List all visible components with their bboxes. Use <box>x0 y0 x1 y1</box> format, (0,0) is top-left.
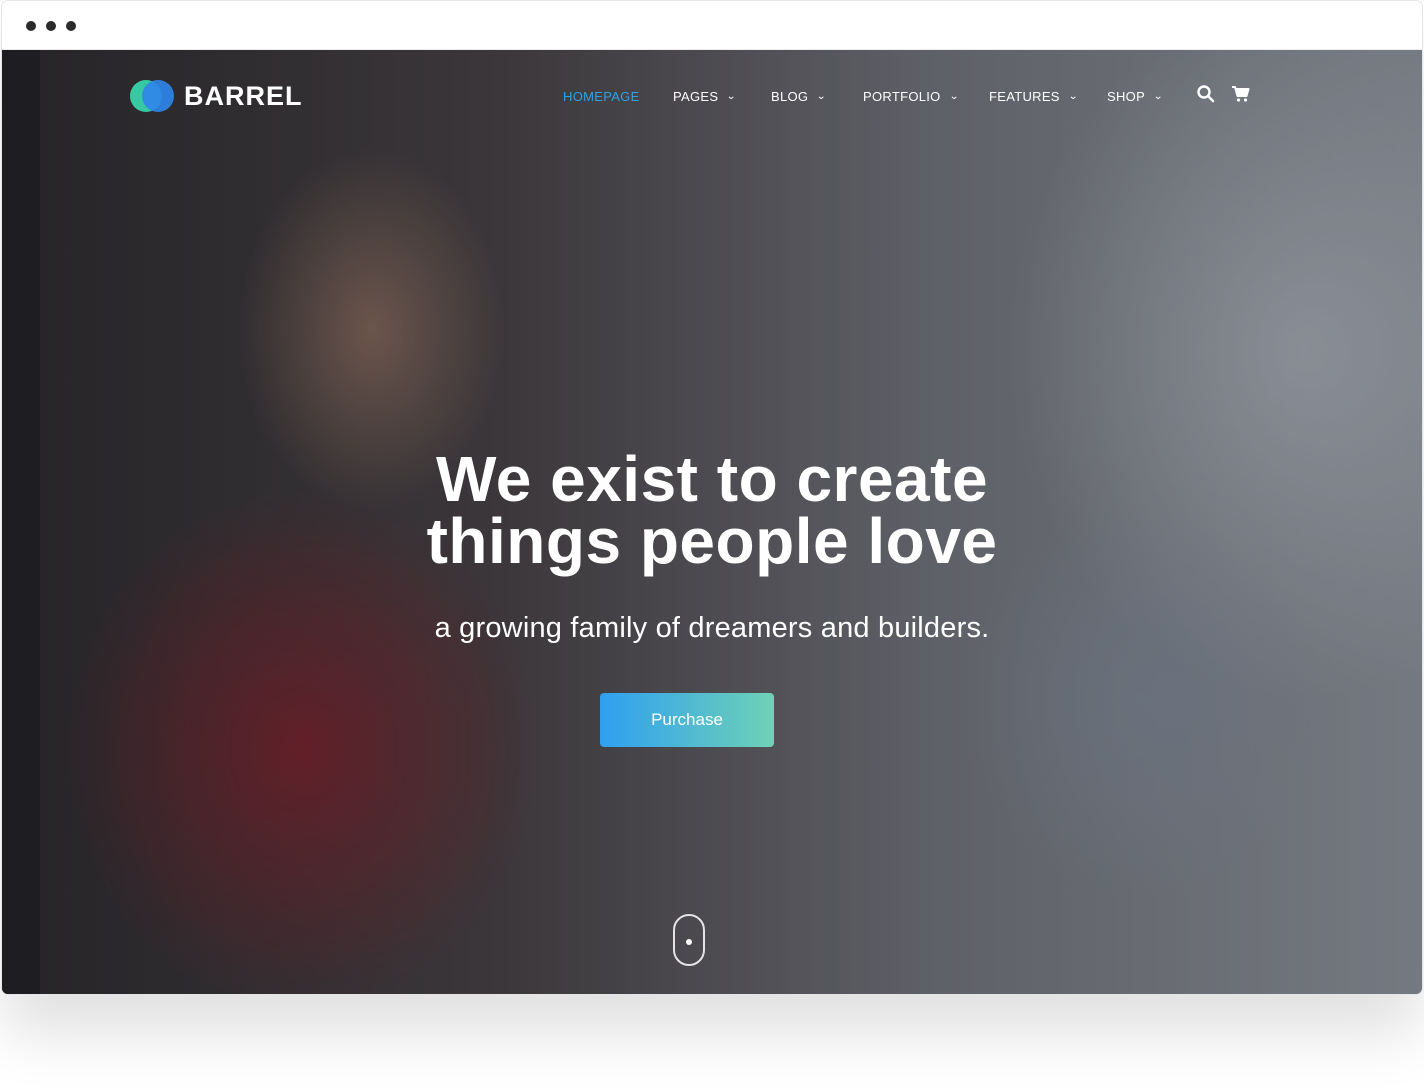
brand-logo[interactable]: BARREL <box>130 80 303 112</box>
purchase-button[interactable]: Purchase <box>600 693 774 747</box>
cart-icon[interactable] <box>1231 84 1251 104</box>
nav-item-portfolio[interactable]: PORTFOLIO ⌄ <box>863 86 960 106</box>
hero-headline-line: things people love <box>426 505 998 577</box>
nav-item-homepage[interactable]: HOMEPAGE <box>563 86 640 106</box>
chevron-down-icon: ⌄ <box>1067 90 1079 102</box>
logo-mark-icon <box>130 80 176 112</box>
brand-name: BARREL <box>184 80 303 111</box>
nav-item-label: PAGES <box>673 88 719 104</box>
nav-item-features[interactable]: FEATURES ⌄ <box>989 86 1079 106</box>
nav-item-label: FEATURES <box>989 88 1060 104</box>
nav-item-label: HOMEPAGE <box>563 88 640 104</box>
nav-item-label: PORTFOLIO <box>863 88 941 104</box>
search-icon[interactable] <box>1196 84 1216 104</box>
chevron-down-icon: ⌄ <box>1153 90 1164 102</box>
window-dot-icon <box>66 21 76 31</box>
nav-item-shop[interactable]: SHOP ⌄ <box>1107 86 1163 106</box>
browser-window: BARREL HOMEPAGE PAGES ⌄ BLOG ⌄ PORTFOLIO… <box>2 1 1422 994</box>
scroll-down-mouse-icon[interactable] <box>673 914 705 966</box>
nav-item-label: BLOG <box>771 88 809 104</box>
hero-headline-line: We exist to create <box>435 443 989 515</box>
scroll-indicator-dot <box>686 939 692 945</box>
window-dot-icon <box>26 21 36 31</box>
hero-section: BARREL HOMEPAGE PAGES ⌄ BLOG ⌄ PORTFOLIO… <box>2 50 1422 994</box>
browser-titlebar <box>2 1 1422 50</box>
hero-subheading: a growing family of dreamers and builder… <box>434 612 990 644</box>
chevron-down-icon: ⌄ <box>816 90 827 102</box>
chevron-down-icon: ⌄ <box>948 90 960 102</box>
nav-item-label: SHOP <box>1107 88 1146 104</box>
nav-item-blog[interactable]: BLOG ⌄ <box>771 86 827 106</box>
hero-headline: We exist to create things people love <box>2 443 1422 577</box>
nav-item-pages[interactable]: PAGES ⌄ <box>673 86 737 106</box>
chevron-down-icon: ⌄ <box>726 90 737 102</box>
window-dot-icon <box>46 21 56 31</box>
